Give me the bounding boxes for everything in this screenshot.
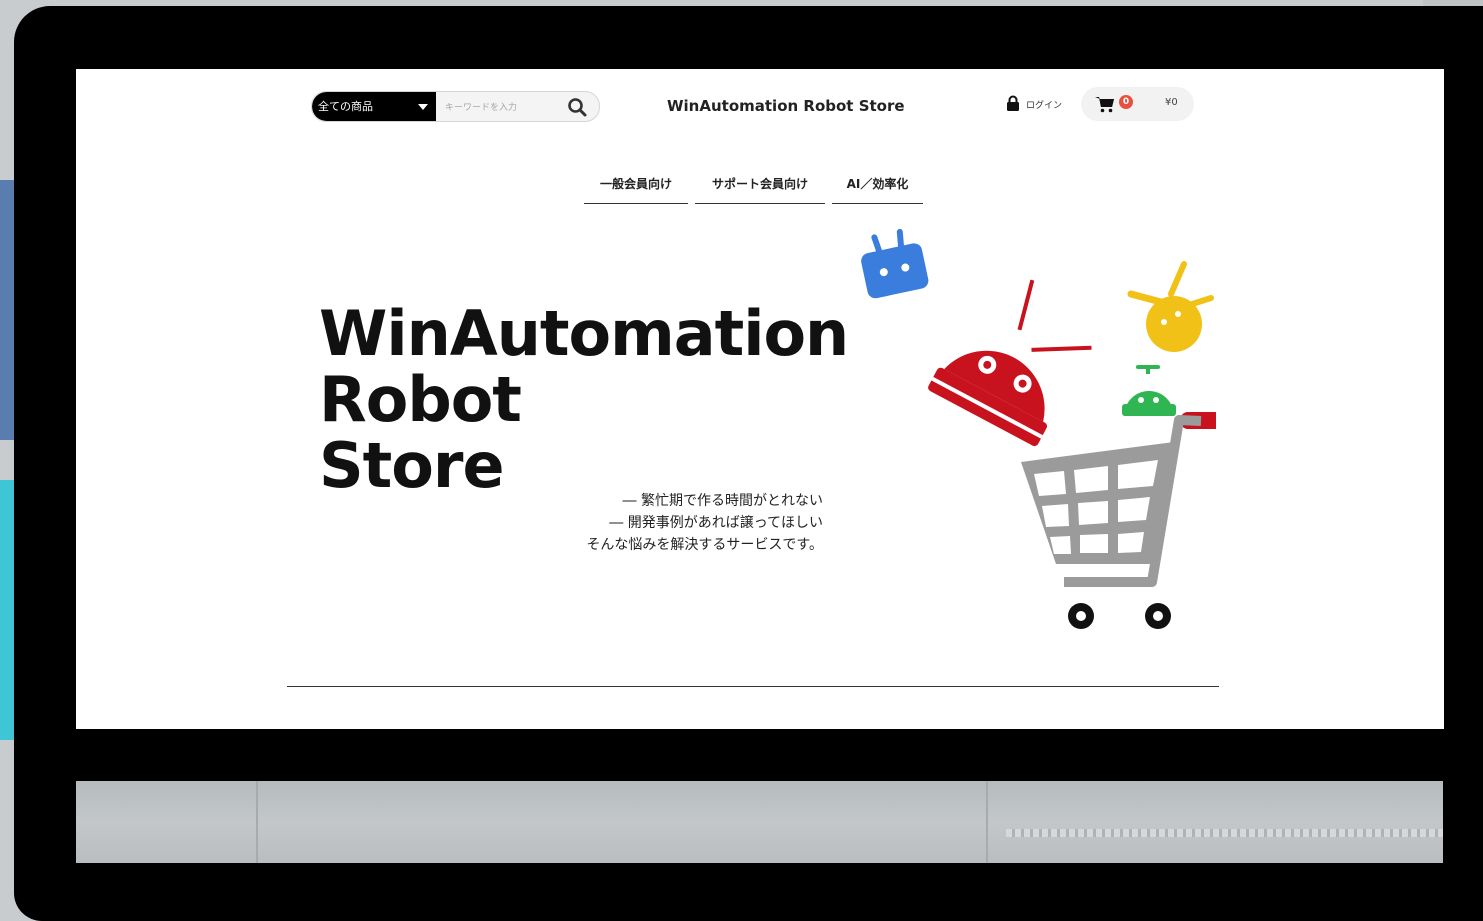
category-select-label: 全ての商品 [318,100,373,113]
website-screen: 全ての商品 WinAutomation Robot Store ログイン [76,69,1444,729]
yellow-robot-icon [1127,261,1214,352]
caret-down-icon [418,104,428,110]
rope-decoration [1006,829,1443,837]
concrete-wall-strip [76,781,1443,863]
red-robot-icon [928,279,1092,447]
shopping-cart-illustration [1021,412,1216,629]
site-title[interactable]: WinAutomation Robot Store [667,97,905,115]
cart-button[interactable]: 0 ¥0 [1081,87,1194,121]
robot-cart-illustration [861,228,1216,629]
blue-robot-icon [861,228,929,299]
login-link[interactable]: ログイン [1006,95,1062,114]
cart-total: ¥0 [1165,97,1178,108]
hero-title-line: WinAutomation [319,297,849,370]
cart-count-badge: 0 [1119,95,1133,109]
search-icon[interactable] [566,96,588,118]
lock-icon [1006,95,1020,114]
search-input[interactable] [443,96,557,119]
hero-title: WinAutomation Robot Store [319,297,849,499]
tagline-line: ― 開発事例があれば譲ってほしい [609,515,823,531]
nav-item-support-members[interactable]: サポート会員向け [695,173,825,204]
category-select[interactable]: 全ての商品 [312,92,436,121]
green-robot-icon [1122,365,1176,416]
tagline-line: ― 繁忙期で作る時間がとれない [622,493,823,509]
tagline-line: そんな悩みを解決するサービスです。 [586,537,823,553]
nav-item-ai-efficiency[interactable]: AI／効率化 [832,173,923,204]
search-bar: 全ての商品 [311,91,600,122]
nav-item-general-members[interactable]: 一般会員向け [584,173,688,204]
login-label: ログイン [1026,101,1063,111]
hero-tagline: ― 繁忙期で作る時間がとれない ― 開発事例があれば譲ってほしい そんな悩みを解… [586,490,823,556]
shopping-cart-icon [1095,95,1115,117]
wall-seam [986,781,988,863]
section-divider [287,686,1219,687]
category-nav: 一般会員向け サポート会員向け AI／効率化 [584,173,923,205]
hero-title-line: Robot [319,363,522,436]
wall-seam [256,781,258,863]
